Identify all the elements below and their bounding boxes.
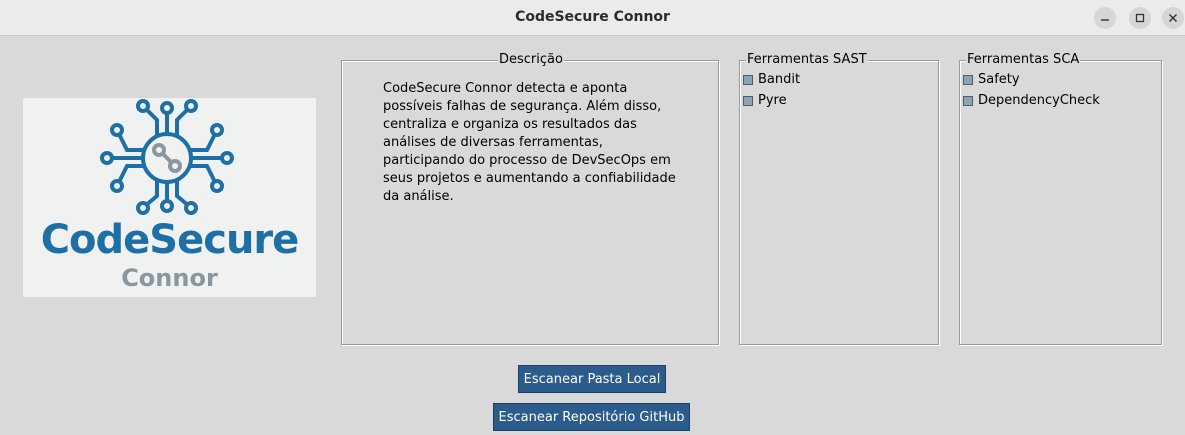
description-line: CodeSecure Connor detecta e aponta xyxy=(383,81,628,96)
description-line: participando do processo de DevSecOps em xyxy=(383,153,671,168)
description-line: análises de diversas ferramentas, xyxy=(383,135,603,150)
checkbox-pyre[interactable]: Pyre xyxy=(743,92,787,110)
checkbox-box[interactable] xyxy=(963,75,973,85)
checkbox-box[interactable] xyxy=(963,96,973,106)
maximize-icon xyxy=(1135,13,1145,23)
sast-tools-label: Ferramentas SAST xyxy=(746,52,868,67)
description-line: possíveis falhas de segurança. Além diss… xyxy=(383,99,662,114)
codesecure-logo: CodeSecure Connor xyxy=(23,98,316,297)
checkbox-box[interactable] xyxy=(743,75,753,85)
checkbox-label: Bandit xyxy=(758,72,801,87)
minimize-icon xyxy=(1101,19,1109,21)
checkbox-dependencycheck[interactable]: DependencyCheck xyxy=(963,92,1100,110)
checkbox-safety[interactable]: Safety xyxy=(963,71,1020,89)
checkbox-label: DependencyCheck xyxy=(978,93,1100,108)
close-button[interactable] xyxy=(1162,7,1184,29)
scan-local-folder-button[interactable]: Escanear Pasta Local xyxy=(518,365,666,393)
checkbox-label: Pyre xyxy=(758,93,787,108)
maximize-button[interactable] xyxy=(1129,7,1151,29)
scan-github-repo-button[interactable]: Escanear Repositório GitHub xyxy=(493,403,690,431)
sca-tools-label: Ferramentas SCA xyxy=(966,52,1081,67)
minimize-button[interactable] xyxy=(1094,7,1116,29)
close-icon xyxy=(1169,14,1177,22)
logo-main-text: CodeSecure xyxy=(40,217,300,263)
sca-tools-group: Ferramentas SCA Safety DependencyCheck xyxy=(959,52,1162,345)
description-label: Descrição xyxy=(498,52,564,67)
description-group: Descrição CodeSecure Connor detecta e ap… xyxy=(341,52,719,345)
checkbox-box[interactable] xyxy=(743,96,753,106)
description-text: CodeSecure Connor detecta e aponta possí… xyxy=(383,80,703,206)
description-line: da análise. xyxy=(383,189,454,204)
window-title: CodeSecure Connor xyxy=(515,9,670,25)
checkbox-label: Safety xyxy=(978,72,1020,87)
sast-tools-group: Ferramentas SAST Bandit Pyre xyxy=(739,52,939,345)
checkbox-bandit[interactable]: Bandit xyxy=(743,71,800,89)
description-line: centraliza e organiza os resultados das xyxy=(383,117,637,132)
circuit-icon xyxy=(100,99,234,215)
logo-sub-text: Connor xyxy=(121,264,218,292)
description-line: seus projetos e aumentando a confiabilid… xyxy=(383,171,676,186)
title-bar: CodeSecure Connor xyxy=(0,0,1185,36)
